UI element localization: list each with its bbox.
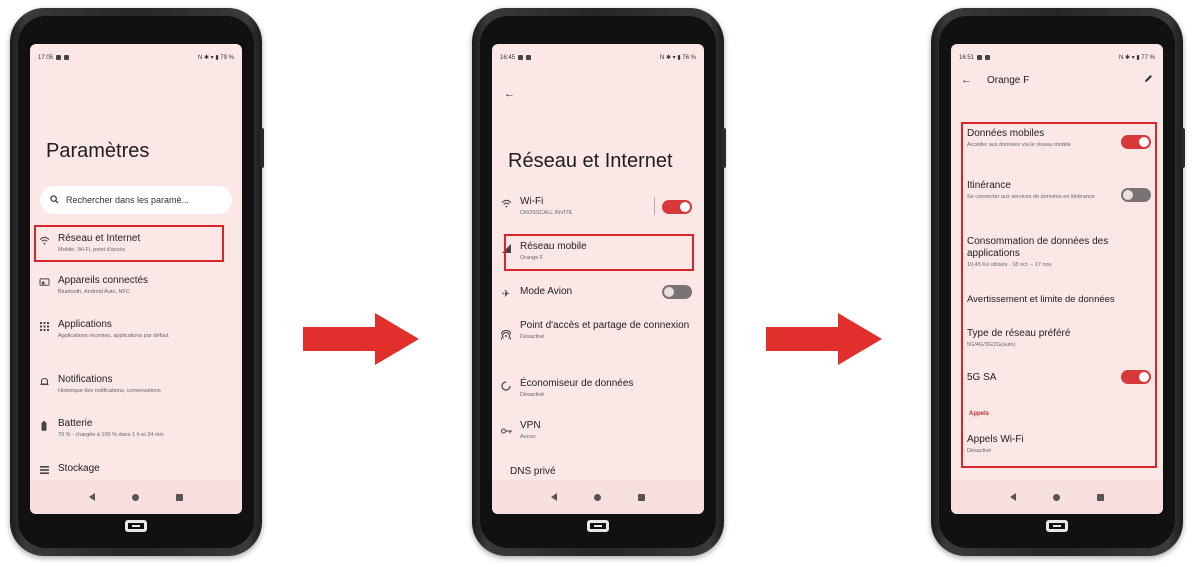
page-title: Paramètres — [46, 140, 150, 162]
shield-icon — [526, 55, 532, 60]
shield-icon — [985, 55, 991, 60]
search-icon — [50, 194, 59, 206]
phone-3: 16:51 N ✱ ▾ ▮ 77 % ← Orange F Données mo… — [931, 8, 1185, 556]
list-item-notifications[interactable]: Notifications Historique des notification… — [30, 374, 242, 395]
list-item-apps[interactable]: Applications Applications récentes, appli… — [30, 319, 242, 340]
devices-icon — [30, 275, 58, 290]
item-subtitle: Désactivé — [520, 392, 545, 398]
storage-icon — [30, 463, 58, 477]
status-bar: 16:45 N ✱ ▾ ▮ 76 % — [492, 44, 704, 64]
data-saver-icon — [492, 378, 520, 394]
list-item-data-saver[interactable]: Économiseur de données Désactivé — [492, 378, 704, 399]
highlight-box — [34, 225, 224, 262]
list-item-storage[interactable]: Stockage — [30, 463, 242, 477]
navigation-bar — [492, 480, 704, 514]
side-button — [1181, 128, 1185, 168]
navigation-bar — [30, 480, 242, 514]
recents-icon[interactable] — [638, 493, 646, 501]
shield-icon — [64, 55, 70, 60]
item-subtitle: Bluetooth, Android Auto, NFC — [58, 289, 130, 295]
airplane-mode-toggle[interactable] — [662, 285, 692, 299]
divider — [654, 197, 655, 215]
phone-1-screen: 17:05 N ✱ ▾ ▮ 79 % Paramètres Rechercher… — [30, 44, 242, 514]
side-button — [722, 128, 726, 168]
navigation-bar — [951, 480, 1163, 514]
list-item-vpn[interactable]: VPN Aucun — [492, 420, 704, 441]
item-subtitle: Aucun — [520, 434, 536, 440]
apps-grid-icon — [30, 319, 58, 334]
list-item-devices[interactable]: Appareils connectés Bluetooth, Android Au… — [30, 275, 242, 296]
phone-2: 16:45 N ✱ ▾ ▮ 76 % ← Réseau et Internet … — [472, 8, 726, 556]
back-icon[interactable] — [550, 493, 557, 501]
item-title: Économiseur de données — [520, 378, 634, 389]
arrow-right-icon — [766, 313, 882, 365]
highlight-box — [504, 234, 694, 271]
list-item-battery[interactable]: Batterie 79 % - chargée à 100 % dans 1 h … — [30, 418, 242, 439]
settings-gear-icon — [977, 55, 983, 60]
back-arrow-icon[interactable]: ← — [961, 74, 987, 86]
home-icon[interactable] — [593, 493, 601, 501]
edit-pencil-icon[interactable] — [1144, 74, 1153, 86]
blank-icon — [492, 466, 510, 469]
app-bar: ← Orange F — [951, 68, 1163, 92]
status-time: 16:45 — [500, 54, 516, 61]
item-subtitle: 79 % - chargée à 100 % dans 1 h et 34 mi… — [58, 432, 164, 438]
highlight-box — [961, 122, 1157, 468]
item-subtitle: Applications récentes, applications par … — [58, 333, 169, 339]
home-icon[interactable] — [131, 493, 139, 501]
crosscall-logo — [125, 520, 147, 532]
status-bar: 17:05 N ✱ ▾ ▮ 79 % — [30, 44, 242, 64]
recents-icon[interactable] — [1097, 493, 1105, 501]
back-icon[interactable] — [1009, 493, 1016, 501]
arrow-right-icon — [303, 313, 419, 365]
item-title: Batterie — [58, 418, 93, 429]
bell-icon — [30, 374, 58, 390]
item-subtitle: Historique des notifications, conversati… — [58, 388, 161, 394]
item-title: Notifications — [58, 374, 113, 385]
hotspot-icon — [492, 320, 520, 343]
item-title: Appareils connectés — [58, 275, 149, 286]
battery-icon — [30, 418, 58, 434]
phone-3-screen: 16:51 N ✱ ▾ ▮ 77 % ← Orange F Données mo… — [951, 44, 1163, 514]
search-placeholder: Rechercher dans les paramè... — [66, 195, 190, 205]
status-indicators: N ✱ ▾ ▮ 79 % — [197, 55, 234, 61]
item-title: Applications — [58, 319, 112, 330]
back-arrow-icon[interactable]: ← — [504, 88, 515, 100]
status-time: 17:05 — [38, 54, 54, 61]
airplane-icon: ✈ — [501, 289, 511, 300]
search-input[interactable]: Rechercher dans les paramè... — [40, 186, 232, 214]
item-title: DNS privé — [510, 466, 556, 477]
wifi-toggle[interactable] — [662, 200, 692, 214]
home-icon[interactable] — [1052, 493, 1060, 501]
page-title: Orange F — [987, 74, 1030, 86]
settings-gear-icon — [518, 55, 524, 60]
side-button — [260, 128, 264, 168]
list-item-private-dns[interactable]: DNS privé — [492, 466, 704, 478]
back-icon[interactable] — [88, 493, 95, 501]
list-item-hotspot[interactable]: Point d'accès et partage de connexion Dés… — [492, 320, 704, 343]
item-subtitle: Désactivé — [520, 334, 545, 340]
status-bar: 16:51 N ✱ ▾ ▮ 77 % — [951, 44, 1163, 64]
status-indicators: N ✱ ▾ ▮ 76 % — [659, 55, 696, 61]
wifi-icon — [492, 196, 520, 211]
status-indicators: N ✱ ▾ ▮ 77 % — [1118, 55, 1155, 61]
vpn-key-icon — [492, 420, 520, 437]
phone-1: 17:05 N ✱ ▾ ▮ 79 % Paramètres Rechercher… — [10, 8, 264, 556]
settings-gear-icon — [56, 55, 62, 60]
crosscall-logo — [1046, 520, 1068, 532]
crosscall-logo — [587, 520, 609, 532]
status-time: 16:51 — [959, 54, 975, 61]
page-title: Réseau et Internet — [508, 150, 673, 172]
item-title: Stockage — [58, 463, 100, 474]
phone-2-screen: 16:45 N ✱ ▾ ▮ 76 % ← Réseau et Internet … — [492, 44, 704, 514]
item-title: Point d'accès et partage de connexion — [520, 320, 690, 331]
item-title: VPN — [520, 420, 541, 431]
recents-icon[interactable] — [176, 493, 184, 501]
